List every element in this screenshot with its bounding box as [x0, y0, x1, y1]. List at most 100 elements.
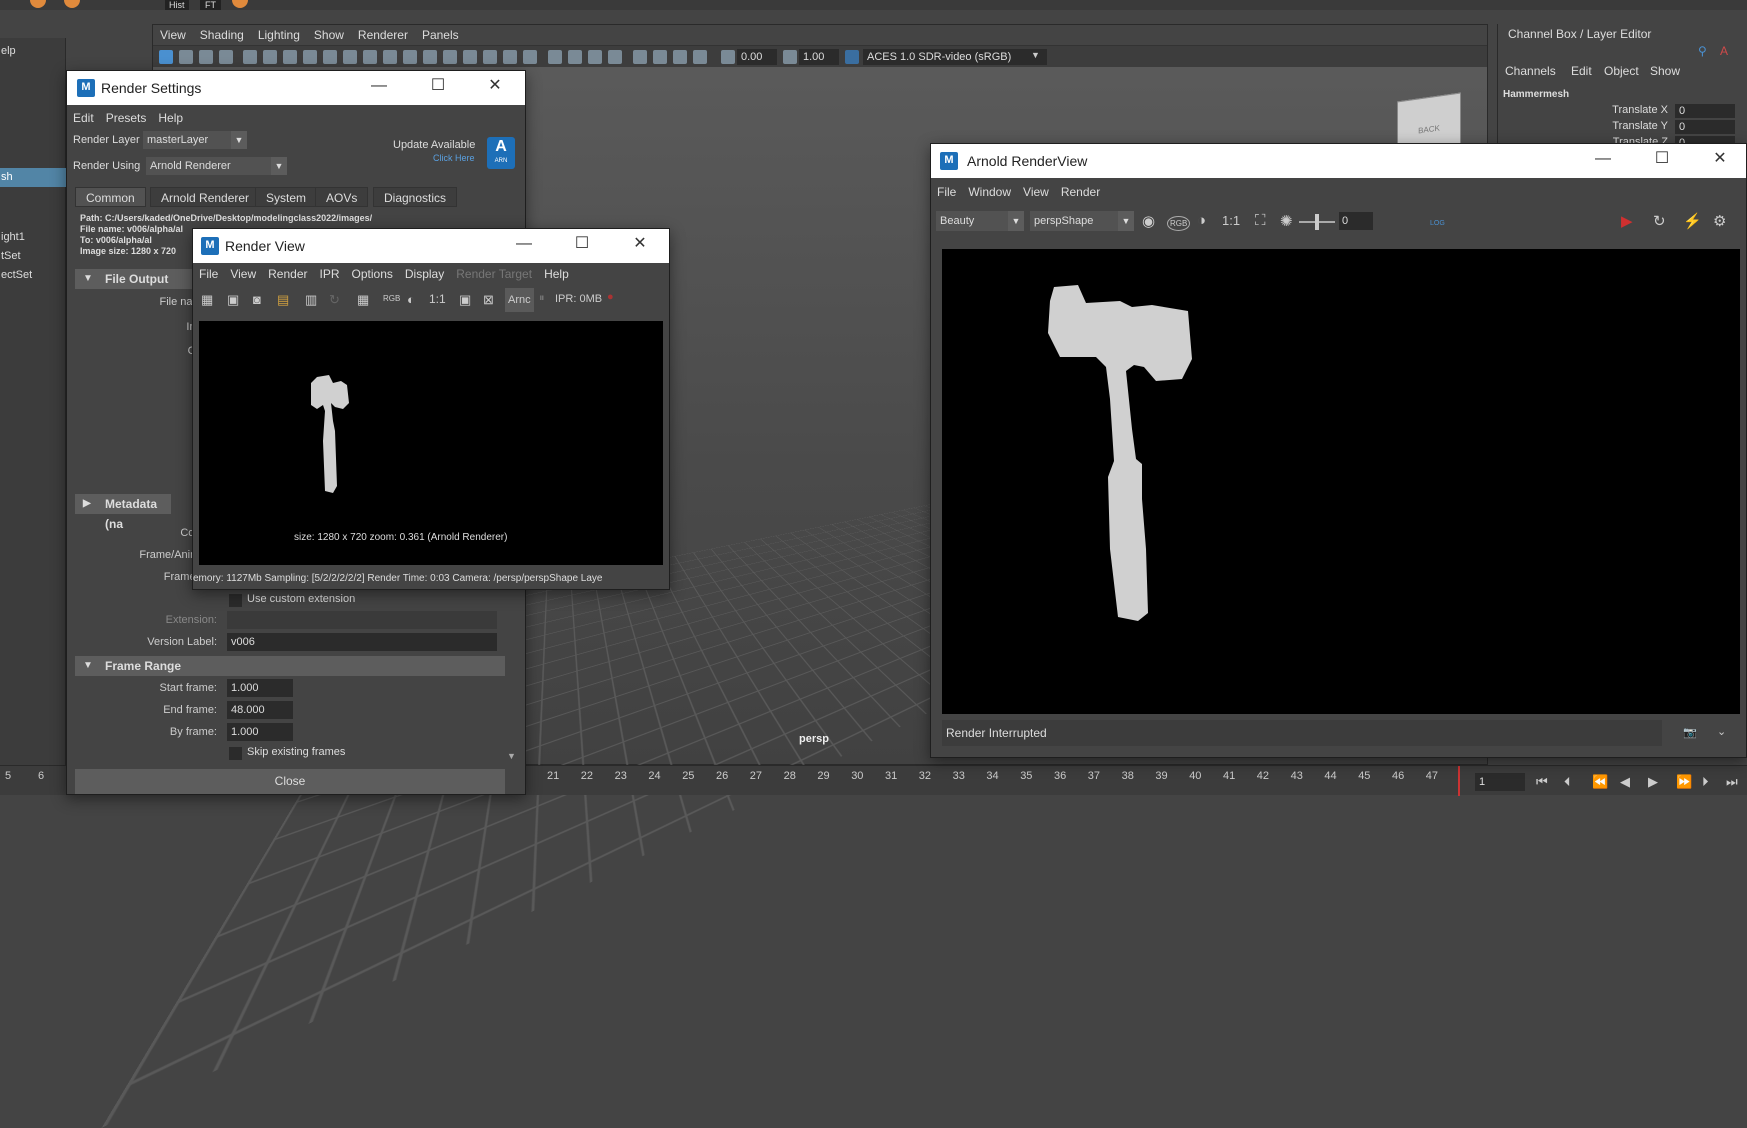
render-frame-icon[interactable]: ▦ — [201, 292, 213, 308]
safe-title-icon[interactable] — [403, 50, 417, 64]
arnold-logo[interactable]: A ARN — [487, 137, 515, 169]
end-frame-field[interactable]: 48.000 — [227, 701, 293, 719]
image-plane-icon[interactable] — [219, 50, 233, 64]
grid-icon[interactable] — [283, 50, 297, 64]
color-management-icon[interactable] — [845, 50, 859, 64]
shelf-icon[interactable] — [64, 0, 80, 8]
close-icon[interactable]: ✕ — [1711, 150, 1729, 168]
arnold-render-image[interactable] — [942, 249, 1740, 714]
minimize-icon[interactable]: — — [515, 235, 533, 253]
cb-menu-object[interactable]: Object — [1604, 64, 1639, 78]
default-material-icon[interactable] — [463, 50, 477, 64]
arv-menu-render[interactable]: Render — [1055, 181, 1106, 203]
exposure-field[interactable]: 0.00 — [737, 49, 777, 65]
wireframe-icon[interactable] — [423, 50, 437, 64]
attribute-icon[interactable]: A — [1720, 44, 1732, 58]
menu-shading[interactable]: Shading — [193, 25, 251, 45]
skip-existing-checkbox[interactable] — [229, 747, 242, 760]
play-forward-icon[interactable]: ▶ — [1648, 774, 1658, 790]
menu-view[interactable]: View — [153, 25, 193, 45]
shelf-icon[interactable] — [232, 0, 248, 8]
axis-icon[interactable]: ⚲ — [1698, 44, 1710, 58]
version-label-field[interactable]: v006 — [227, 633, 497, 651]
minimize-icon[interactable]: — — [370, 77, 388, 95]
colorspace-dropdown[interactable]: ACES 1.0 SDR-video (sRGB) — [863, 49, 1047, 65]
menu-renderer[interactable]: Renderer — [351, 25, 415, 45]
tab-arnold-renderer[interactable]: Arnold Renderer — [150, 187, 261, 207]
gate-mask-icon[interactable] — [343, 50, 357, 64]
outliner-item[interactable]: ight1 — [0, 228, 66, 247]
log-button[interactable]: LOG — [1430, 212, 1445, 236]
attr-value[interactable]: 0 — [1675, 120, 1735, 134]
rgb-channel-button[interactable]: RGB — [383, 294, 400, 303]
rv-menu-ipr[interactable]: IPR — [314, 263, 346, 285]
frame-all-icon[interactable]: ⛶ — [1255, 212, 1266, 229]
arv-menu-view[interactable]: View — [1017, 181, 1055, 203]
xray-joints-icon[interactable] — [673, 50, 687, 64]
menu-panels[interactable]: Panels — [415, 25, 466, 45]
select-camera-icon[interactable] — [159, 50, 173, 64]
render-settings-titlebar[interactable]: M Render Settings — ☐ ✕ — [67, 71, 525, 105]
keep-image-icon[interactable]: ▣ — [459, 292, 471, 308]
maximize-icon[interactable]: ☐ — [429, 77, 447, 95]
cb-menu-edit[interactable]: Edit — [1571, 64, 1592, 78]
minimize-icon[interactable]: — — [1594, 150, 1612, 168]
depth-of-field-icon[interactable] — [608, 50, 622, 64]
render-using-dropdown[interactable]: Arnold Renderer ▼ — [146, 157, 287, 175]
gamma-icon[interactable] — [783, 50, 797, 64]
step-forward-key-icon[interactable]: ⏵ — [1702, 774, 1709, 790]
grease-pencil-icon[interactable] — [263, 50, 277, 64]
alpha-channel-icon[interactable]: ◐ — [407, 292, 415, 307]
tab-common[interactable]: Common — [75, 187, 146, 207]
gamma-field[interactable]: 1.00 — [799, 49, 839, 65]
tab-system[interactable]: System — [255, 187, 318, 207]
maximize-icon[interactable]: ☐ — [573, 235, 591, 253]
rv-menu-file[interactable]: File — [193, 263, 224, 285]
arnold-renderview-titlebar[interactable]: M Arnold RenderView — ☐ ✕ — [931, 144, 1746, 178]
rv-menu-options[interactable]: Options — [346, 263, 399, 285]
aov-dropdown[interactable]: Beauty ▼ — [936, 211, 1024, 231]
two-d-pan-icon[interactable] — [243, 50, 257, 64]
motion-blur-icon[interactable] — [568, 50, 582, 64]
start-frame-field[interactable]: 1.000 — [227, 679, 293, 697]
step-back-icon[interactable]: ⏪ — [1592, 774, 1608, 790]
playhead[interactable] — [1458, 766, 1460, 796]
outliner-help-menu[interactable]: elp — [0, 42, 66, 61]
arv-menu-window[interactable]: Window — [962, 181, 1017, 203]
shadows-icon[interactable] — [523, 50, 537, 64]
exposure-icon[interactable] — [721, 50, 735, 64]
ambient-occlusion-icon[interactable] — [548, 50, 562, 64]
resolution-gate-icon[interactable] — [323, 50, 337, 64]
field-chart-icon[interactable] — [363, 50, 377, 64]
custom-extension-checkbox[interactable] — [229, 594, 242, 607]
scroll-down-icon[interactable]: ▼ — [507, 751, 516, 761]
camera-dropdown[interactable]: perspShape ▼ — [1030, 211, 1134, 231]
rs-menu-help[interactable]: Help — [152, 107, 189, 129]
anti-alias-icon[interactable] — [588, 50, 602, 64]
xray-icon[interactable] — [653, 50, 667, 64]
bookmark-icon[interactable] — [199, 50, 213, 64]
hist-button[interactable]: Hist — [165, 0, 189, 10]
cb-menu-channels[interactable]: Channels — [1505, 64, 1556, 78]
step-back-key-icon[interactable]: ⏴ — [1564, 774, 1571, 790]
smooth-shade-icon[interactable] — [443, 50, 457, 64]
current-frame-field[interactable]: 1 — [1475, 773, 1525, 791]
camera-attr-icon[interactable] — [179, 50, 193, 64]
tab-diagnostics[interactable]: Diagnostics — [373, 187, 458, 207]
stop-icon[interactable]: ● — [607, 291, 614, 303]
textured-icon[interactable] — [483, 50, 497, 64]
refresh-render-icon[interactable]: ↻ — [1653, 212, 1666, 230]
section-metadata[interactable]: ▶ Metadata (na — [75, 494, 171, 531]
close-icon[interactable]: ✕ — [486, 77, 504, 95]
rv-menu-help[interactable]: Help — [538, 263, 575, 285]
render-settings-icon[interactable]: ▦ — [357, 292, 369, 308]
ipr-render-icon[interactable]: ▥ — [305, 292, 317, 308]
chevron-down-icon[interactable]: ⌄ — [1717, 725, 1726, 738]
backface-icon[interactable] — [693, 50, 707, 64]
section-frame-range[interactable]: ▼ Frame Range — [75, 656, 505, 676]
render-view-image[interactable]: size: 1280 x 720 zoom: 0.361 (Arnold Ren… — [199, 321, 663, 565]
snapshot-icon[interactable]: ◙ — [253, 292, 261, 307]
arv-menu-file[interactable]: File — [931, 181, 962, 203]
go-to-end-icon[interactable]: ⏭ — [1726, 774, 1738, 790]
tab-aovs[interactable]: AOVs — [315, 187, 369, 207]
